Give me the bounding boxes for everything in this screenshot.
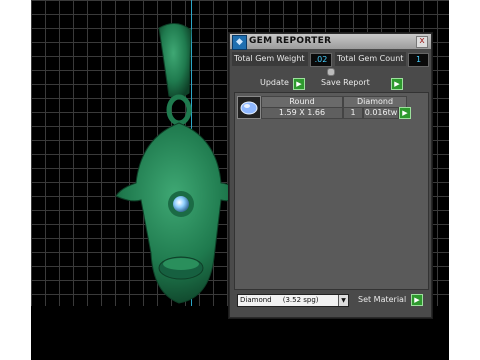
total-gem-count-label: Total Gem Count xyxy=(335,52,406,66)
chevron-down-icon[interactable]: ▼ xyxy=(338,295,348,306)
gem-thumbnail[interactable] xyxy=(237,96,261,119)
material-row: Diamond (3.52 spg) ▼ Set Material ▶ xyxy=(234,293,427,307)
save-report-button[interactable]: ▶ xyxy=(391,78,403,90)
total-gem-weight-label: Total Gem Weight xyxy=(232,52,308,66)
set-material-label[interactable]: Set Material xyxy=(358,294,406,306)
update-label[interactable]: Update xyxy=(260,77,289,89)
row-select-button[interactable]: ▶ xyxy=(399,107,411,119)
close-button[interactable]: x xyxy=(416,36,428,48)
save-report-label[interactable]: Save Report xyxy=(321,77,370,89)
gem-weight-cell: 0.016tw xyxy=(363,107,399,119)
gem-list[interactable]: Round Diamond 1.59 X 1.66 1 0.016tw ▶ xyxy=(234,92,429,290)
update-button[interactable]: ▶ xyxy=(293,78,305,90)
material-select-value: Diamond (3.52 spg) xyxy=(240,296,319,304)
gem-reporter-panel: ◆ GEM REPORTER x Total Gem Weight .02 To… xyxy=(229,33,432,318)
total-gem-count-value: 1 xyxy=(408,53,429,67)
round-gem-icon xyxy=(240,101,258,115)
gem-size-cell: 1.59 X 1.66 xyxy=(261,107,343,119)
window-title: GEM REPORTER xyxy=(249,36,332,46)
material-select[interactable]: Diamond (3.52 spg) ▼ xyxy=(237,294,349,307)
actions-row: Update ▶ Save Report ▶ xyxy=(230,77,431,91)
title-bar[interactable]: ◆ GEM REPORTER x xyxy=(230,34,431,50)
totals-row: Total Gem Weight .02 Total Gem Count 1 xyxy=(232,52,429,67)
set-material-button[interactable]: ▶ xyxy=(411,294,423,306)
app-logo-icon: ◆ xyxy=(232,35,247,50)
scroll-handle[interactable] xyxy=(327,68,335,76)
gem-count-cell: 1 xyxy=(343,107,363,119)
total-gem-weight-value: .02 xyxy=(310,53,332,67)
